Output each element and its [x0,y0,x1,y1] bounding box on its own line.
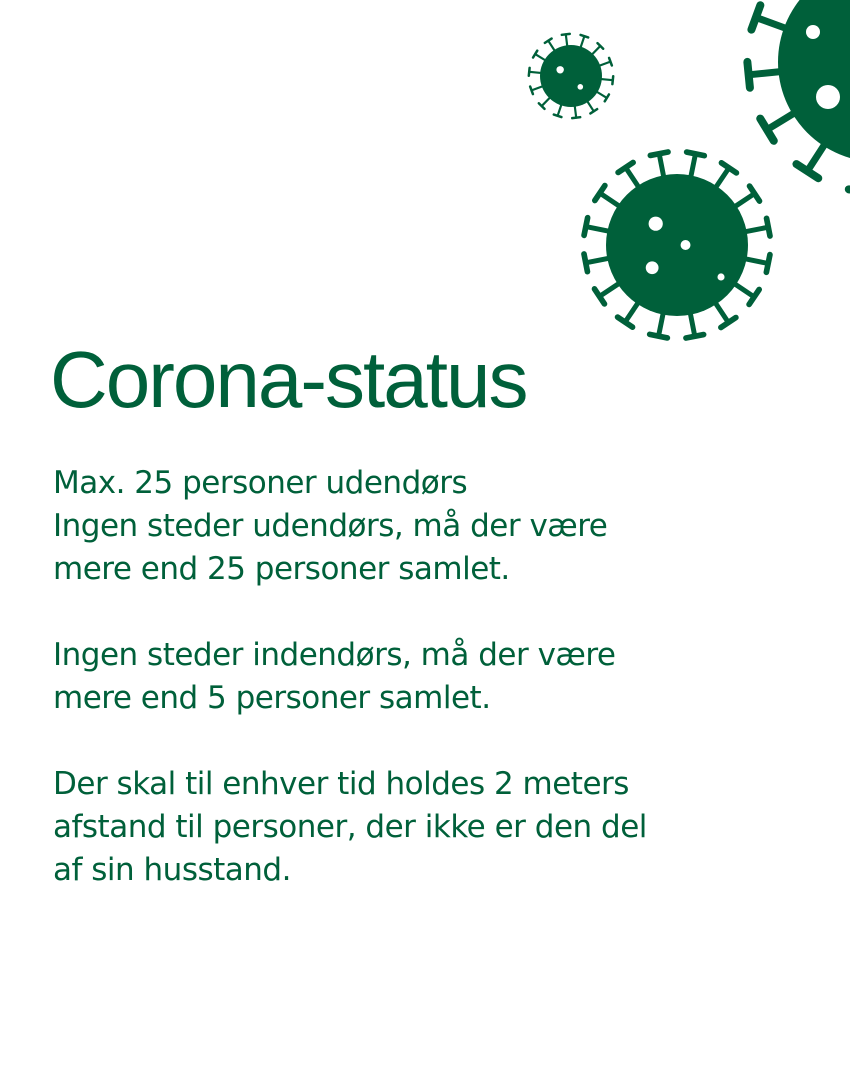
coronavirus-icon [581,149,773,341]
text-line: mere end 5 personer samlet. [53,680,491,716]
text-line: Ingen steder indendørs, må der være [53,637,616,673]
text-line: mere end 25 personer samlet. [53,551,510,587]
text-line: af sin husstand. [53,852,291,888]
text-line: Der skal til enhver tid holdes 2 meters [53,766,629,802]
paragraph-outdoor: Max. 25 personer udendørs Ingen steder u… [53,462,823,591]
coronavirus-icon [743,0,850,194]
text-line: Ingen steder udendørs, må der være [53,508,608,544]
text-line: Max. 25 personer udendørs [53,465,468,501]
coronavirus-icon [527,32,615,120]
paragraph-distance: Der skal til enhver tid holdes 2 meters … [53,763,823,892]
status-text: Max. 25 personer udendørs Ingen steder u… [53,462,823,935]
text-line: afstand til personer, der ikke er den de… [53,809,647,845]
page-title: Corona-status [50,335,528,424]
paragraph-indoor: Ingen steder indendørs, må der være mere… [53,634,823,720]
